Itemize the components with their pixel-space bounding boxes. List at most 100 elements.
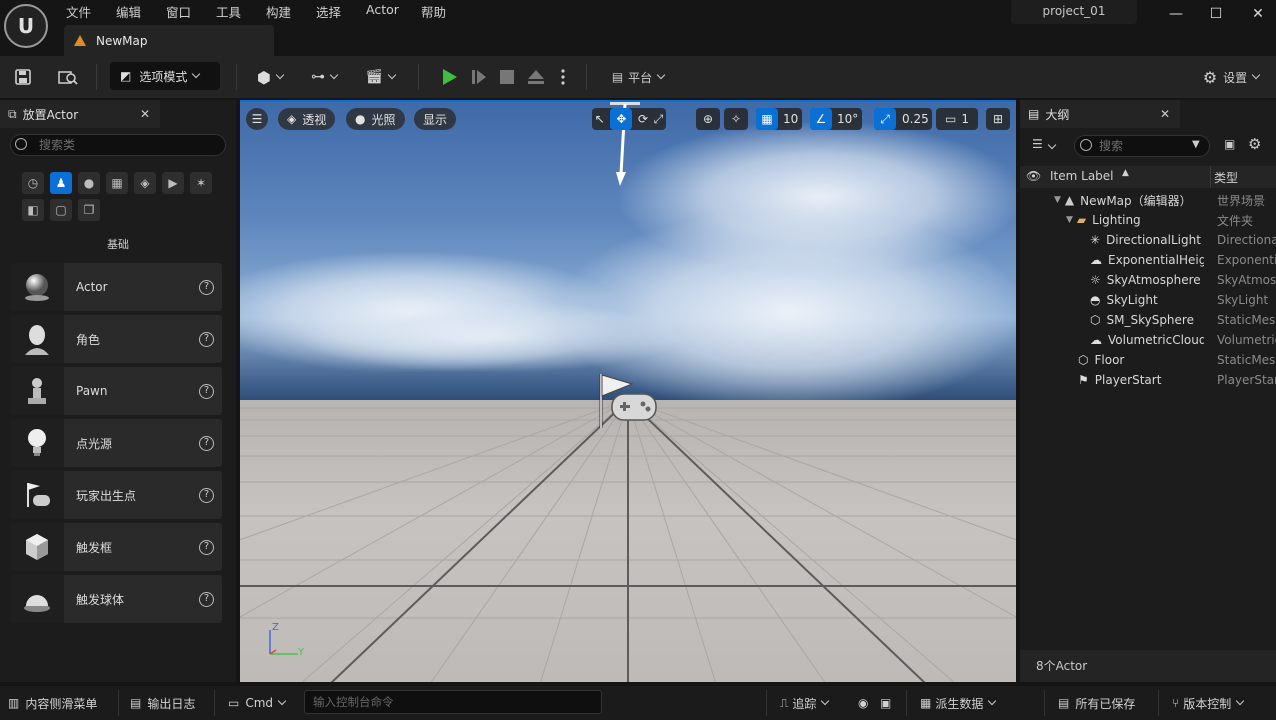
all-classes-icon[interactable]: ◧	[22, 199, 44, 221]
list-item-trigger-box[interactable]: 触发框?	[10, 523, 222, 571]
maximize-icon[interactable]: ☐	[1204, 4, 1228, 24]
shapes-icon[interactable]: ▢	[50, 199, 72, 221]
visibility-eye-icon[interactable]: 👁︎	[1026, 169, 1041, 183]
list-item-point-light[interactable]: 点光源?	[10, 419, 222, 467]
play-button[interactable]	[436, 62, 464, 92]
basic-category-icon[interactable]: ♟	[50, 172, 72, 194]
gear-icon[interactable]: ⚙	[1248, 135, 1261, 153]
trace-button[interactable]: ⎍ 追踪	[780, 686, 828, 720]
output-log-button[interactable]: ▤ 输出日志	[130, 686, 195, 720]
table-row[interactable]: ⬡ SM_SkySphere StaticMeshActor	[1020, 310, 1276, 330]
close-window-icon[interactable]: ✕	[1246, 4, 1270, 24]
world-local-icon[interactable]: ⊕	[696, 108, 720, 130]
list-item-trigger-sphere[interactable]: 触发球体?	[10, 575, 222, 623]
console-command-input[interactable]: 输入控制台命令	[304, 690, 602, 714]
view-mode-button[interactable]: ● 光照	[346, 108, 405, 130]
menu-window[interactable]: 窗口	[166, 2, 191, 21]
menu-file[interactable]: 文件	[66, 2, 91, 21]
filter-icon[interactable]: ☰	[1032, 137, 1055, 151]
more-options-icon[interactable]	[554, 62, 572, 92]
cinematic-icon[interactable]: ▦	[106, 172, 128, 194]
chevron-down-icon[interactable]: ▼	[1192, 139, 1200, 150]
expand-icon[interactable]: ▼	[1054, 195, 1061, 205]
tab-newmap[interactable]: NewMap	[64, 25, 274, 56]
scale-snap-button[interactable]: ⤢ 0.25	[874, 108, 932, 130]
table-row[interactable]: ◓ SkyLight SkyLight	[1020, 290, 1276, 310]
browse-icon[interactable]	[54, 62, 82, 92]
table-row[interactable]: ▼ ▲ NewMap（编辑器） 世界场景	[1020, 190, 1276, 210]
surface-snap-icon[interactable]: ✧	[724, 108, 748, 130]
grid-snap-button[interactable]: ▦ 10	[756, 108, 802, 130]
help-icon[interactable]: ?	[199, 279, 214, 295]
rotation-snap-button[interactable]: ∠ 10°	[810, 108, 862, 130]
close-tab-icon[interactable]: ✕	[140, 107, 150, 121]
expand-icon[interactable]: ▼	[1066, 215, 1073, 225]
add-folder-icon[interactable]: ▣	[1224, 137, 1235, 151]
col-item-label[interactable]: Item Label	[1050, 169, 1114, 183]
help-icon[interactable]: ?	[199, 435, 214, 451]
menu-select[interactable]: 选择	[316, 2, 341, 21]
derived-data-button[interactable]: ▦ 派生数据	[920, 686, 1016, 720]
table-row[interactable]: ☼ SkyAtmosphere SkyAtmosphere	[1020, 270, 1276, 290]
cmd-dropdown[interactable]: ▭ Cmd	[228, 686, 285, 720]
show-button[interactable]: 显示	[414, 108, 457, 130]
screenshot-icon[interactable]: ▣	[880, 686, 891, 720]
record-icon[interactable]: ◉	[858, 686, 868, 720]
table-row[interactable]: ▼ ▰ Lighting 文件夹	[1020, 210, 1276, 230]
rotate-icon[interactable]: ⟳	[638, 112, 648, 126]
visual-effects-icon[interactable]: ◈	[134, 172, 156, 194]
recent-icon[interactable]: ◷	[22, 172, 44, 194]
place-actors-tab[interactable]: ⧉ 放置Actor ✕	[0, 100, 160, 128]
level-viewport[interactable]: ☰ ◈ 透视 ● 光照 显示 ↖ ✥ ⟳ ⤢ ⊕ ✧ ▦ 10 ∠ 10° ⤢ 0.25 …	[240, 100, 1016, 682]
help-icon[interactable]: ?	[199, 383, 214, 399]
help-icon[interactable]: ?	[199, 539, 214, 555]
camera-speed-button[interactable]: ▭ 1	[936, 108, 978, 130]
translate-icon[interactable]: ✥	[610, 108, 633, 130]
help-icon[interactable]: ?	[199, 487, 214, 503]
menu-actor[interactable]: Actor	[366, 2, 399, 17]
table-row[interactable]: ✳ DirectionalLight DirectionalLight	[1020, 230, 1276, 250]
outliner-tab[interactable]: ▤ 大纲 ✕	[1020, 100, 1180, 128]
table-row[interactable]: ☁ VolumetricCloud VolumetricCloud	[1020, 330, 1276, 350]
meshes-icon[interactable]: ❐	[78, 199, 100, 221]
player-start-icon[interactable]	[596, 372, 662, 432]
list-item-character[interactable]: 角色?	[10, 315, 222, 363]
platforms-button[interactable]: ▤ 平台	[602, 62, 674, 92]
content-drawer-button[interactable]: ▥ 内容侧滑菜单	[8, 686, 97, 720]
save-icon[interactable]	[10, 62, 36, 92]
menu-build[interactable]: 构建	[266, 2, 291, 21]
table-row[interactable]: ⚑ PlayerStart PlayerStart	[1020, 370, 1276, 390]
close-tab-icon[interactable]: ✕	[1160, 107, 1170, 121]
perspective-button[interactable]: ◈ 透视	[278, 108, 336, 130]
save-all-button[interactable]: ▤ 所有已保存	[1058, 686, 1135, 720]
list-item-pawn[interactable]: Pawn?	[10, 367, 222, 415]
list-item-player-start[interactable]: 玩家出生点?	[10, 471, 222, 519]
stop-icon[interactable]	[494, 62, 520, 92]
eject-icon[interactable]	[522, 62, 550, 92]
blueprint-button[interactable]: ⊶	[304, 62, 344, 92]
mode-select-button[interactable]: ◩ 选项模式	[110, 62, 220, 90]
settings-button[interactable]: ⚙ 设置	[1192, 62, 1270, 92]
select-cursor-icon[interactable]: ↖	[595, 112, 605, 126]
help-icon[interactable]: ?	[199, 591, 214, 607]
class-search-input[interactable]: 搜索类	[10, 134, 226, 156]
menu-edit[interactable]: 编辑	[116, 2, 141, 21]
viewport-menu-icon[interactable]: ☰	[246, 108, 268, 130]
list-item-actor[interactable]: Actor?	[10, 263, 222, 311]
source-control-button[interactable]: ⑂ 版本控制	[1172, 686, 1243, 720]
volumes-icon[interactable]: ✶	[190, 172, 212, 194]
lights-icon[interactable]: ●	[78, 172, 100, 194]
menu-help[interactable]: 帮助	[421, 2, 446, 21]
unreal-logo-icon[interactable]: U	[4, 4, 48, 48]
table-row[interactable]: ☁ ExponentialHeightFog ExponentialHeight…	[1020, 250, 1276, 270]
table-row[interactable]: ⬡ Floor StaticMeshActor	[1020, 350, 1276, 370]
viewport-layout-icon[interactable]: ⊞	[986, 108, 1010, 130]
outliner-search-input[interactable]: 搜索	[1074, 135, 1210, 157]
geometry-icon[interactable]: ▶	[162, 172, 184, 194]
minimize-icon[interactable]: —	[1164, 4, 1188, 24]
add-actor-button[interactable]: ⬢	[250, 62, 290, 92]
cinematics-button[interactable]: 🎬︎	[360, 62, 400, 92]
scale-icon[interactable]: ⤢	[654, 112, 664, 127]
help-icon[interactable]: ?	[199, 331, 214, 347]
menu-tools[interactable]: 工具	[216, 2, 241, 21]
